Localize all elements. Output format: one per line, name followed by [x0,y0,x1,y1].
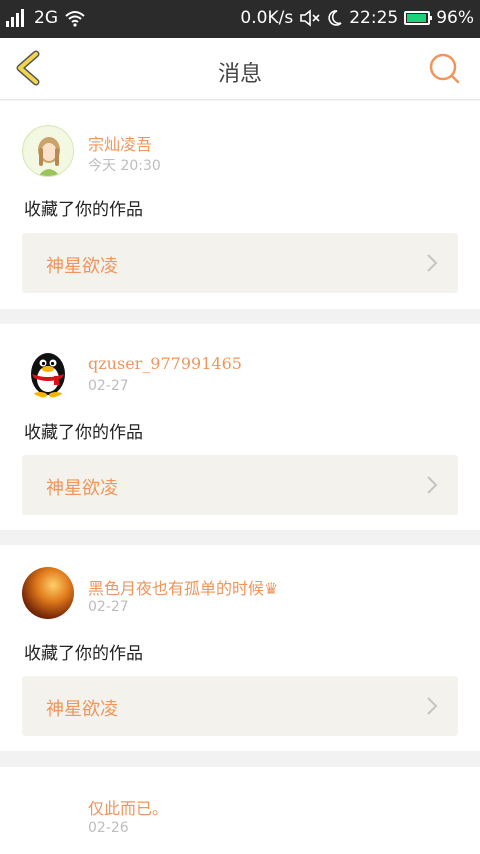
user-avatar[interactable] [22,567,74,619]
work-link[interactable]: 神星欲凌 [22,455,458,515]
user-avatar[interactable] [22,125,74,177]
clock: 22:25 [349,8,399,28]
qq-penguin-icon [31,353,65,398]
girl-avatar-icon [24,127,73,176]
chevron-right-icon [427,254,438,272]
chevron-right-icon [427,697,438,715]
battery-icon [404,11,433,25]
chevron-right-icon [427,476,438,494]
message-card: 黑色月夜也有孤单的时候♛ 02-27 收藏了你的作品 神星欲凌 [0,545,480,751]
top-bar: 消息 [0,38,480,100]
user-avatar[interactable] [22,789,74,841]
timestamp: 02-26 [88,820,129,836]
status-bar: 2G 0.0K/s 22:25 96% [0,0,480,38]
timestamp: 今天 20:30 [88,158,161,174]
network-type: 2G [34,8,58,28]
moon-icon [328,10,342,26]
message-card: qzuser_977991465 02-27 收藏了你的作品 神星欲凌 [0,324,480,530]
timestamp: 02-27 [88,599,129,615]
username[interactable]: 仅此而已。 [88,795,168,819]
page-title: 消息 [217,62,262,87]
work-title: 神星欲凌 [46,699,118,720]
action-text: 收藏了你的作品 [24,200,143,220]
work-title: 神星欲凌 [46,478,118,499]
action-text: 收藏了你的作品 [24,423,143,443]
search-button[interactable] [428,52,462,86]
username[interactable]: qzuser_977991465 [88,354,242,373]
network-speed: 0.0K/s [240,8,294,28]
work-title: 神星欲凌 [46,256,118,277]
battery-percent: 96% [436,8,474,28]
user-avatar[interactable] [22,346,74,398]
mute-icon [300,9,320,27]
work-link[interactable]: 神星欲凌 [22,233,458,293]
wifi-icon [65,11,85,27]
message-card: 仅此而已。 02-26 [0,767,480,854]
timestamp: 02-27 [88,378,129,394]
action-text: 收藏了你的作品 [24,644,143,664]
signal-icon [6,9,28,27]
message-card: 宗灿凌吾 今天 20:30 收藏了你的作品 神星欲凌 [0,101,480,309]
username[interactable]: 宗灿凌吾 [88,131,152,155]
work-link[interactable]: 神星欲凌 [22,676,458,736]
search-icon [429,53,460,84]
username[interactable]: 黑色月夜也有孤单的时候♛ [88,575,278,599]
